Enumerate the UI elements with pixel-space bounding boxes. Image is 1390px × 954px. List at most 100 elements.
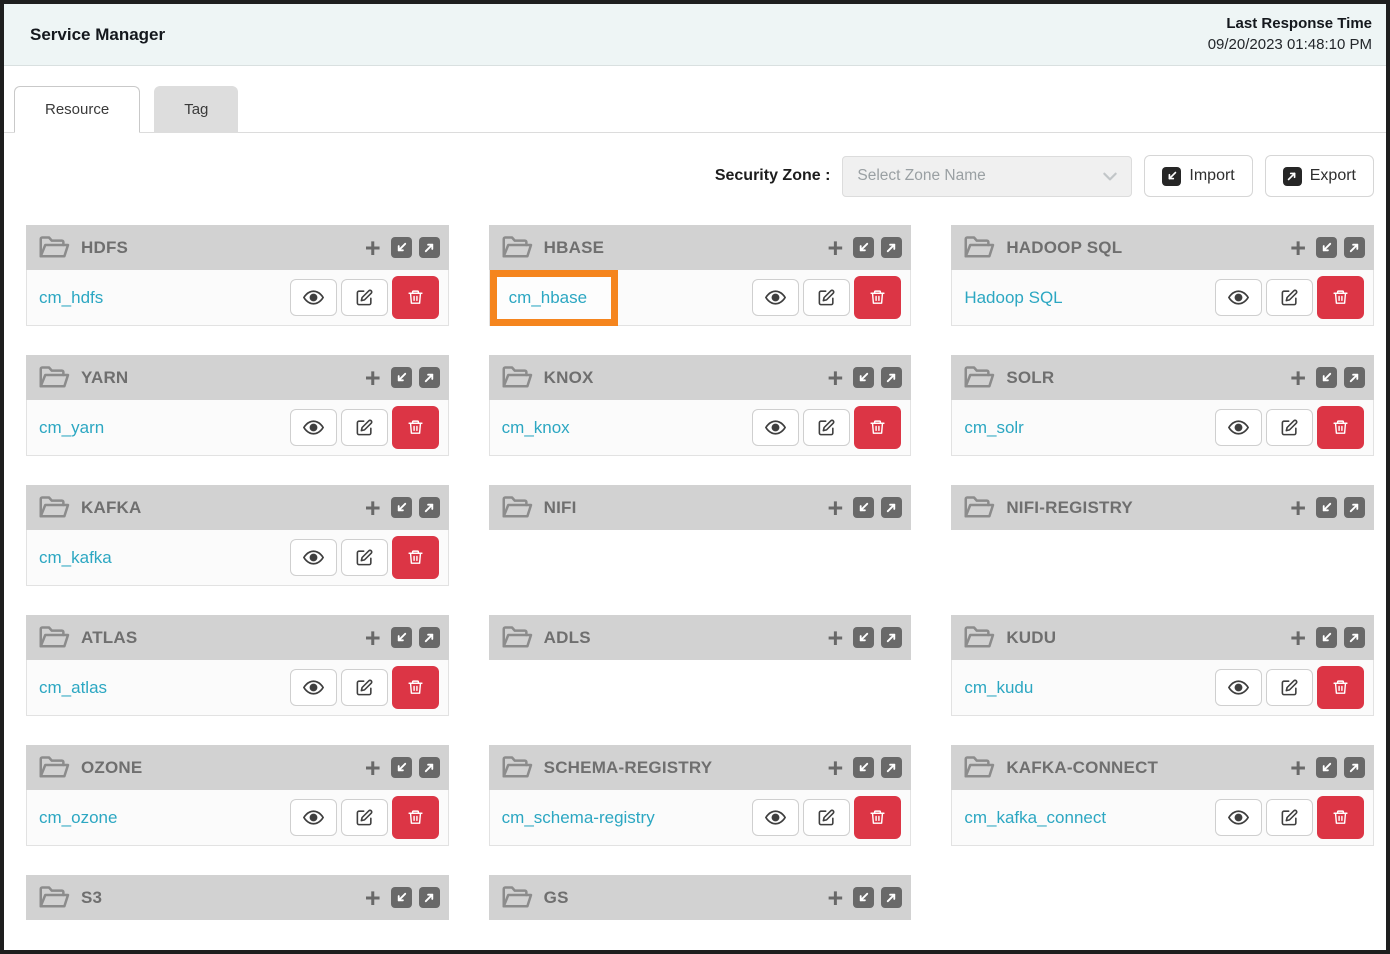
view-service-button[interactable] xyxy=(752,279,799,316)
export-service-button[interactable] xyxy=(419,367,440,388)
import-button[interactable]: Import xyxy=(1144,155,1252,197)
delete-service-button[interactable] xyxy=(392,536,439,579)
add-service-button[interactable]: + xyxy=(1290,758,1306,778)
view-service-button[interactable] xyxy=(752,409,799,446)
add-service-button[interactable]: + xyxy=(828,888,844,908)
delete-service-button[interactable] xyxy=(1317,796,1364,839)
import-service-button[interactable] xyxy=(391,627,412,648)
delete-service-button[interactable] xyxy=(854,796,901,839)
edit-service-button[interactable] xyxy=(341,279,388,316)
add-service-button[interactable]: + xyxy=(828,498,844,518)
add-service-button[interactable]: + xyxy=(828,628,844,648)
import-service-button[interactable] xyxy=(391,367,412,388)
export-service-button[interactable] xyxy=(881,497,902,518)
add-service-button[interactable]: + xyxy=(1290,368,1306,388)
export-service-button[interactable] xyxy=(1344,237,1365,258)
export-service-button[interactable] xyxy=(881,627,902,648)
view-service-button[interactable] xyxy=(290,799,337,836)
add-service-button[interactable]: + xyxy=(828,368,844,388)
service-link-cm-hbase[interactable]: cm_hbase xyxy=(509,288,587,308)
add-service-button[interactable]: + xyxy=(365,368,381,388)
zone-select[interactable]: Select Zone Name xyxy=(842,156,1132,197)
import-service-button[interactable] xyxy=(391,497,412,518)
delete-service-button[interactable] xyxy=(392,796,439,839)
service-link-cm-schema-registry[interactable]: cm_schema-registry xyxy=(502,808,655,828)
edit-service-button[interactable] xyxy=(1266,669,1313,706)
view-service-button[interactable] xyxy=(290,669,337,706)
edit-service-button[interactable] xyxy=(341,409,388,446)
import-service-button[interactable] xyxy=(853,367,874,388)
import-service-button[interactable] xyxy=(391,887,412,908)
delete-service-button[interactable] xyxy=(854,406,901,449)
edit-service-button[interactable] xyxy=(341,799,388,836)
service-link-cm-yarn[interactable]: cm_yarn xyxy=(39,418,104,438)
service-link-cm-atlas[interactable]: cm_atlas xyxy=(39,678,107,698)
export-service-button[interactable] xyxy=(881,367,902,388)
export-service-button[interactable] xyxy=(1344,367,1365,388)
export-service-button[interactable] xyxy=(419,887,440,908)
add-service-button[interactable]: + xyxy=(365,628,381,648)
service-link-cm-kafka-connect[interactable]: cm_kafka_connect xyxy=(964,808,1106,828)
add-service-button[interactable]: + xyxy=(1290,238,1306,258)
edit-service-button[interactable] xyxy=(1266,799,1313,836)
edit-service-button[interactable] xyxy=(341,539,388,576)
export-service-button[interactable] xyxy=(419,237,440,258)
service-link-cm-knox[interactable]: cm_knox xyxy=(502,418,570,438)
export-service-button[interactable] xyxy=(1344,627,1365,648)
service-link-cm-solr[interactable]: cm_solr xyxy=(964,418,1024,438)
edit-service-button[interactable] xyxy=(803,409,850,446)
export-service-button[interactable] xyxy=(881,887,902,908)
edit-service-button[interactable] xyxy=(803,279,850,316)
export-service-button[interactable] xyxy=(1344,757,1365,778)
export-button[interactable]: Export xyxy=(1265,155,1374,197)
view-service-button[interactable] xyxy=(1215,799,1262,836)
edit-service-button[interactable] xyxy=(803,799,850,836)
view-service-button[interactable] xyxy=(290,539,337,576)
import-service-button[interactable] xyxy=(1316,497,1337,518)
service-link-cm-kafka[interactable]: cm_kafka xyxy=(39,548,112,568)
import-service-button[interactable] xyxy=(853,627,874,648)
tab-tag[interactable]: Tag xyxy=(154,86,238,133)
delete-service-button[interactable] xyxy=(392,276,439,319)
add-service-button[interactable]: + xyxy=(365,238,381,258)
export-service-button[interactable] xyxy=(419,497,440,518)
delete-service-button[interactable] xyxy=(392,406,439,449)
delete-service-button[interactable] xyxy=(392,666,439,709)
import-service-button[interactable] xyxy=(1316,627,1337,648)
delete-service-button[interactable] xyxy=(1317,276,1364,319)
delete-service-button[interactable] xyxy=(1317,666,1364,709)
export-service-button[interactable] xyxy=(419,627,440,648)
export-service-button[interactable] xyxy=(1344,497,1365,518)
import-service-button[interactable] xyxy=(853,757,874,778)
export-service-button[interactable] xyxy=(419,757,440,778)
edit-service-button[interactable] xyxy=(341,669,388,706)
import-service-button[interactable] xyxy=(391,757,412,778)
import-service-button[interactable] xyxy=(853,887,874,908)
service-link-cm-hdfs[interactable]: cm_hdfs xyxy=(39,288,103,308)
import-service-button[interactable] xyxy=(1316,367,1337,388)
service-link-cm-ozone[interactable]: cm_ozone xyxy=(39,808,117,828)
edit-service-button[interactable] xyxy=(1266,279,1313,316)
view-service-button[interactable] xyxy=(752,799,799,836)
export-service-button[interactable] xyxy=(881,757,902,778)
view-service-button[interactable] xyxy=(1215,409,1262,446)
add-service-button[interactable]: + xyxy=(1290,628,1306,648)
service-link-hadoop-sql[interactable]: Hadoop SQL xyxy=(964,288,1062,308)
import-service-button[interactable] xyxy=(391,237,412,258)
import-service-button[interactable] xyxy=(853,497,874,518)
service-link-cm-kudu[interactable]: cm_kudu xyxy=(964,678,1033,698)
add-service-button[interactable]: + xyxy=(365,888,381,908)
export-service-button[interactable] xyxy=(881,237,902,258)
view-service-button[interactable] xyxy=(290,279,337,316)
import-service-button[interactable] xyxy=(853,237,874,258)
add-service-button[interactable]: + xyxy=(828,238,844,258)
add-service-button[interactable]: + xyxy=(828,758,844,778)
add-service-button[interactable]: + xyxy=(365,758,381,778)
view-service-button[interactable] xyxy=(1215,279,1262,316)
import-service-button[interactable] xyxy=(1316,757,1337,778)
delete-service-button[interactable] xyxy=(1317,406,1364,449)
import-service-button[interactable] xyxy=(1316,237,1337,258)
view-service-button[interactable] xyxy=(290,409,337,446)
tab-resource[interactable]: Resource xyxy=(14,86,140,133)
edit-service-button[interactable] xyxy=(1266,409,1313,446)
